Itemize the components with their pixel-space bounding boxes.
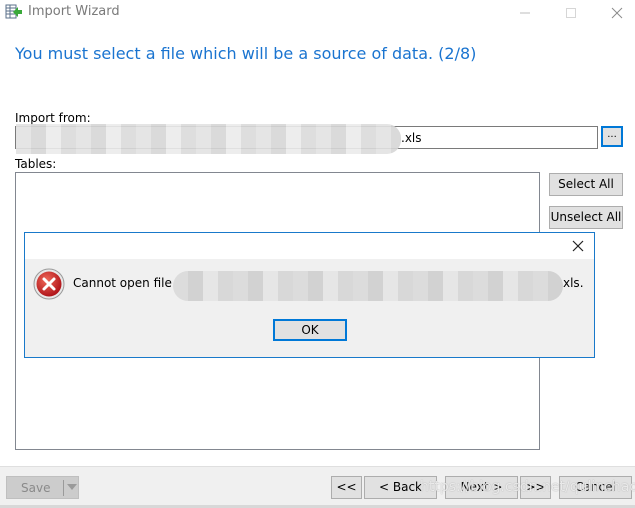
window-title: Import Wizard [28,4,120,19]
window-close-button[interactable] [594,0,635,26]
back-button[interactable]: < Back [364,476,437,499]
cancel-button[interactable]: Cancel [559,476,632,499]
redacted-path [16,124,401,154]
import-path-input[interactable]: .xls [15,124,598,154]
import-path-suffix: .xls [401,131,422,145]
page-heading: You must select a file which will be a s… [15,44,477,63]
select-all-button[interactable]: Select All [549,173,623,196]
redacted-filename [173,271,563,301]
dialog-close-button[interactable] [570,238,586,254]
wizard-footer: Save << < Back Next > >> Cancel https://… [0,466,635,508]
error-dialog: Cannot open file xls. OK [24,232,595,358]
error-message: Cannot open file [73,276,172,290]
save-split-button: Save [6,476,79,499]
minimize-button[interactable] [502,0,548,26]
browse-button[interactable]: ... [601,126,623,147]
maximize-button[interactable] [548,0,594,26]
next-button[interactable]: Next > [445,476,518,499]
import-from-label: Import from: [15,111,91,125]
dialog-title-bar [25,233,594,259]
close-icon [572,240,584,252]
title-bar: Import Wizard [0,0,635,26]
chevron-down-icon [67,484,77,490]
save-label: Save [21,481,51,495]
split-separator [63,480,64,496]
maximize-icon [566,8,576,18]
ok-button[interactable]: OK [273,319,347,341]
last-step-button[interactable]: >> [520,476,551,499]
unselect-all-button[interactable]: Unselect All [549,206,623,229]
minimize-icon [520,12,530,14]
close-icon [611,7,623,19]
first-step-button[interactable]: << [331,476,362,499]
tables-label: Tables: [15,157,57,171]
error-icon [33,268,65,300]
error-message-suffix: xls. [563,276,584,290]
import-table-icon [5,4,23,20]
